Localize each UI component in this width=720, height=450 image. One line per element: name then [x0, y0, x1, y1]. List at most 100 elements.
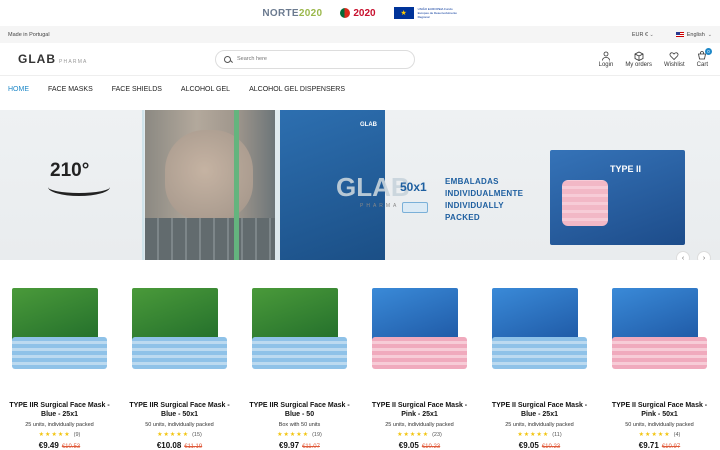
product-rating: ★ ★ ★ ★ ★ (9) — [38, 431, 81, 439]
site-header: GLAB PHARMA Login My orders Wishlist 0 C… — [0, 43, 720, 76]
star-icon: ★ — [289, 432, 296, 438]
product-title[interactable]: TYPE II Surgical Face Mask - Pink - 25x1 — [368, 401, 471, 419]
star-icon: ★ — [530, 432, 536, 438]
cart-button[interactable]: 0 Cart — [697, 47, 712, 68]
star-icon: ★ — [416, 432, 422, 438]
cart-count-badge: 0 — [705, 47, 712, 55]
current-price: €10.08 — [156, 441, 182, 450]
product-card[interactable]: TYPE IIR Surgical Face Mask - Blue - 50x… — [128, 282, 231, 450]
star-icon: ★ — [45, 432, 51, 438]
login-button[interactable]: Login — [599, 51, 613, 68]
product-description: 50 units, individually packed — [145, 422, 214, 428]
product-card[interactable]: TYPE II Surgical Face Mask - Blue - 25x1… — [488, 282, 591, 450]
star-icon: ★ — [542, 432, 549, 438]
hero-pink-box: TYPE II — [550, 150, 685, 245]
product-mask-image — [12, 337, 107, 369]
product-title[interactable]: TYPE IIR Surgical Face Mask - Blue - 25x… — [8, 401, 111, 419]
star-icon: ★ — [409, 432, 416, 438]
product-description: 25 units, individually packed — [385, 422, 454, 428]
nav-face-masks[interactable]: FACE MASKS — [48, 86, 93, 93]
star-icon: ★ — [302, 432, 309, 438]
product-rating: ★ ★ ★ ★ ★ (4) — [639, 431, 681, 439]
star-icon: ★ — [517, 432, 523, 438]
star-icon: ★ — [64, 432, 70, 438]
box-icon — [634, 51, 644, 61]
wishlist-button[interactable]: Wishlist — [664, 51, 685, 68]
product-price: €9.71 €10.97 — [639, 441, 680, 450]
norte2020-logo: NORTE2020 — [262, 7, 323, 19]
old-price: €10.23 — [421, 444, 441, 450]
product-mask-image — [252, 337, 347, 369]
old-price: €10.53 — [61, 444, 81, 450]
star-icon: ★ — [422, 432, 429, 438]
product-image[interactable] — [488, 282, 591, 385]
eu-logo: ★ UNIÃO EUROPEIA Fundo Europeu de Desenvo… — [393, 7, 458, 19]
nav-alcohol-gel[interactable]: ALCOHOL GEL — [181, 86, 230, 93]
my-orders-button[interactable]: My orders — [625, 51, 652, 68]
search-input[interactable] — [237, 56, 397, 62]
product-image[interactable] — [368, 282, 471, 385]
current-price: €9.71 — [638, 441, 659, 450]
product-image[interactable] — [8, 282, 111, 385]
currency-selector[interactable]: EUR € ⌄ — [632, 32, 654, 38]
nav-alcohol-gel-dispensers[interactable]: ALCOHOL GEL DISPENSERS — [249, 86, 345, 93]
star-icon: ★ — [296, 432, 302, 438]
hero-brand-sub: PHARMA — [360, 203, 400, 209]
product-title[interactable]: TYPE IIR Surgical Face Mask - Blue - 50x… — [128, 401, 231, 419]
product-card[interactable]: TYPE II Surgical Face Mask - Pink - 25x1… — [368, 282, 471, 450]
search-icon[interactable] — [224, 55, 231, 63]
old-price: €10.97 — [661, 444, 681, 450]
uk-flag-icon — [675, 32, 684, 37]
product-card[interactable]: TYPE IIR Surgical Face Mask - Blue - 50 … — [248, 282, 351, 450]
product-image[interactable] — [128, 282, 231, 385]
slider-next-button[interactable]: › — [697, 251, 711, 260]
product-price: €9.97 €11.07 — [279, 441, 320, 450]
glab-logo[interactable]: GLAB PHARMA — [10, 52, 215, 66]
eu-flag-icon: ★ — [393, 7, 414, 19]
user-icon — [602, 51, 610, 61]
utility-bar: Made in Portugal EUR € ⌄ English ⌄ — [0, 26, 720, 43]
header-actions: Login My orders Wishlist 0 Cart — [599, 47, 712, 68]
product-description: 50 units, individually packed — [625, 422, 694, 428]
product-price: €9.49 €10.53 — [39, 441, 80, 450]
product-card[interactable]: TYPE II Surgical Face Mask - Pink - 50x1… — [608, 282, 711, 450]
product-rating: ★ ★ ★ ★ ★ (19) — [277, 431, 322, 439]
pink-mask-image — [562, 180, 608, 226]
heart-icon — [669, 51, 679, 60]
star-icon: ★ — [657, 432, 664, 438]
product-image[interactable] — [248, 282, 351, 385]
language-selector[interactable]: English ⌄ — [675, 32, 712, 38]
nav-face-shields[interactable]: FACE SHIELDS — [112, 86, 162, 93]
funding-banner: NORTE2020 2020 ★ UNIÃO EUROPEIA Fundo Eur… — [0, 0, 720, 26]
product-price: €9.05 €10.23 — [519, 441, 560, 450]
star-icon: ★ — [664, 432, 670, 438]
product-mask-image — [132, 337, 227, 369]
product-title[interactable]: TYPE II Surgical Face Mask - Pink - 50x1 — [608, 401, 711, 419]
product-title[interactable]: TYPE IIR Surgical Face Mask - Blue - 50 — [248, 401, 351, 419]
slider-prev-button[interactable]: ‹ — [676, 251, 690, 260]
product-price: €10.08 €11.19 — [157, 441, 202, 450]
face-shield-graphic — [142, 110, 282, 260]
main-nav: HOME FACE MASKS FACE SHIELDS ALCOHOL GEL… — [0, 76, 720, 102]
nav-home[interactable]: HOME — [8, 86, 29, 93]
hero-brand: GLAB — [336, 172, 410, 202]
star-icon: ★ — [176, 432, 182, 438]
review-count: (23) — [432, 431, 442, 438]
search-box[interactable] — [215, 49, 415, 69]
review-count: (9) — [73, 431, 81, 438]
star-icon: ★ — [651, 432, 657, 438]
product-mask-image — [492, 337, 587, 369]
star-icon: ★ — [51, 432, 57, 438]
star-icon: ★ — [277, 432, 283, 438]
hero-tagline: EMBALADAS INDIVIDUALMENTE INDIVIDUALLY P… — [445, 177, 524, 222]
product-card[interactable]: TYPE IIR Surgical Face Mask - Blue - 25x… — [8, 282, 111, 450]
star-icon: ★ — [38, 432, 45, 438]
old-price: €11.07 — [302, 444, 320, 450]
product-title[interactable]: TYPE II Surgical Face Mask - Blue - 25x1 — [488, 401, 591, 419]
product-grid: TYPE IIR Surgical Face Mask - Blue - 25x… — [0, 260, 720, 450]
product-image[interactable] — [608, 282, 711, 385]
hero-slider[interactable]: 210° GLAB GLAB PHARMA 50x1 EMBALADAS IND… — [0, 110, 720, 260]
review-count: (15) — [192, 431, 202, 438]
hero-units: 50x1 — [400, 180, 427, 194]
made-in-portugal: Made in Portugal — [8, 31, 50, 38]
